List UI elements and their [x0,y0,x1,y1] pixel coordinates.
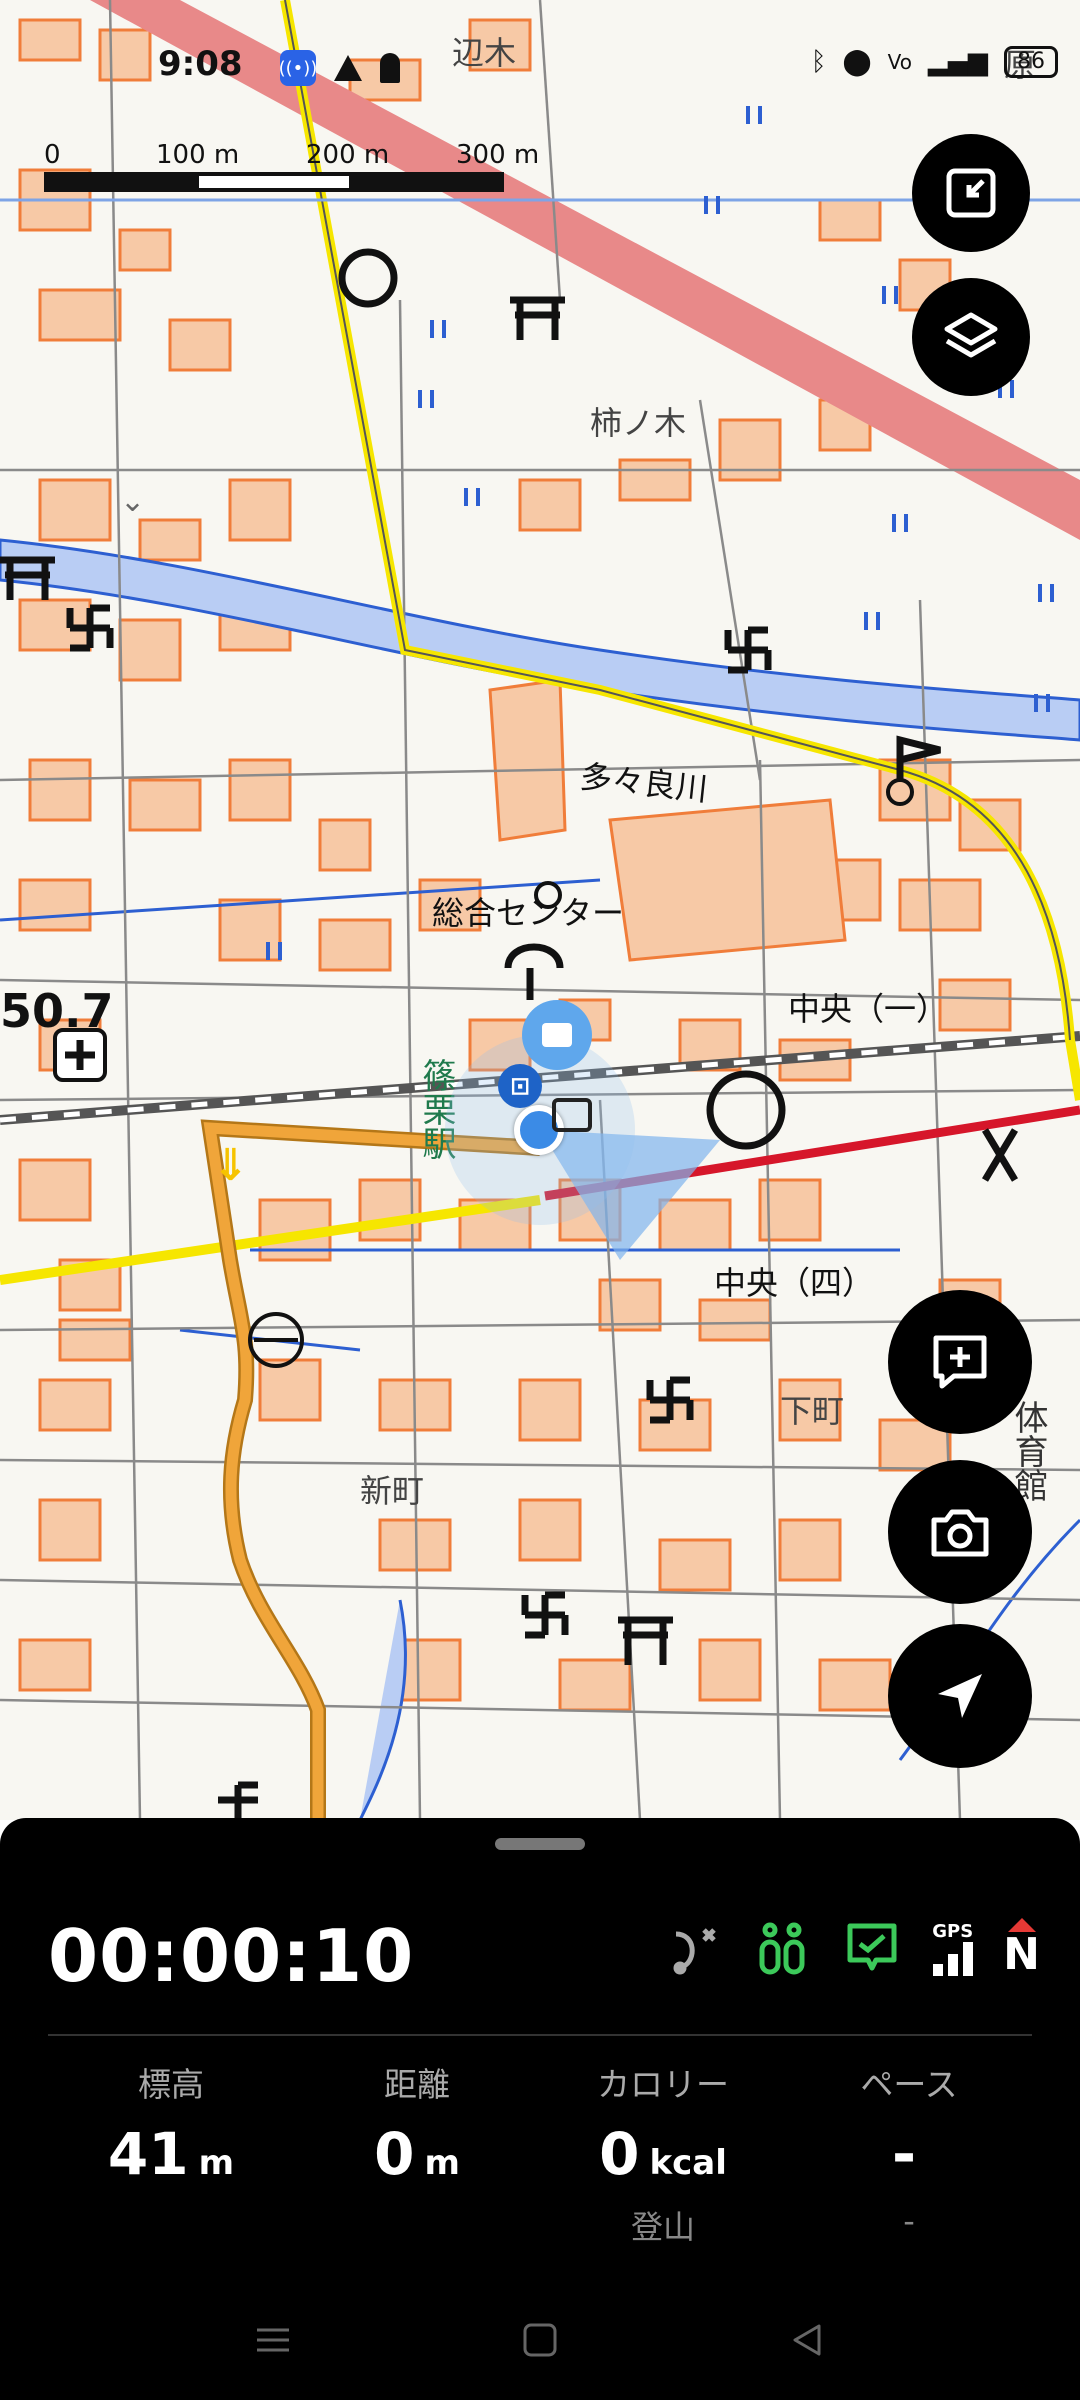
elapsed-time: 00:00:10 [48,1914,415,1998]
scale-label-100: 100 m [156,140,240,170]
status-time: 9:08 [158,44,243,84]
label-kakinoki: 柿ノ木 [590,404,687,442]
stat-unit: m [198,2143,235,2183]
label-shimomachi: 下町 [780,1392,845,1430]
signal-icon: ▂▄▆ [928,47,988,77]
back-icon[interactable] [787,2320,827,2360]
scale-label-200: 200 m [306,140,390,170]
chevron-down-icon[interactable]: ⌄ [120,484,145,519]
gps-signal-icon: GPS [932,1921,973,1976]
layers-icon [944,312,998,358]
photo-pin-icon[interactable] [552,1098,592,1132]
scale-label-300: 300 m [456,140,540,170]
panel-divider [48,2034,1032,2036]
scale-label-0: 0 [44,140,61,170]
activity-panel[interactable]: 00:00:10 GPS N 標高 41 m 距離 0 m カロリー 0 kca… [0,1818,1080,2400]
label-elevation-point: 50.7 [0,984,114,1038]
add-memo-icon [933,1335,987,1389]
companion-tracking-icon[interactable] [752,1918,812,1978]
label-sogo-center: 総合センター [432,894,625,932]
compass-north-icon[interactable]: N [1003,1918,1040,1978]
status-bar: 9:08 ((•)) ᛒ ⬤ Vo ▂▄▆ 86 [0,0,1080,120]
stat-unit: m [424,2143,460,2183]
stat-unit: kcal [649,2143,727,2183]
stat-sub: - [903,2202,915,2240]
stat-label: カロリー [597,2065,729,2104]
location-icon: ⬤ [842,47,872,77]
camera-icon [931,1509,989,1557]
bluetooth-icon: ᛒ [810,47,827,77]
label-chuo-1: 中央（一） [788,990,949,1028]
battery-indicator: 86 [1004,46,1058,78]
tracking-status-icons: GPS N [666,1918,1040,1978]
mountain-icon [334,55,362,81]
stat-distance: 距離 0m [294,2058,540,2242]
layers-button[interactable] [912,278,1030,396]
stat-label: 標高 [138,2065,204,2104]
current-location-button[interactable] [888,1624,1032,1768]
map-view[interactable]: ⊡ ⇓ 辺木 原 柿ノ木 多々良川 総合センター 中央（一） 中央（四） 下町 … [0,0,1080,1820]
compass-label: N [1003,1929,1040,1980]
collapse-map-icon [946,168,996,218]
track-direction-icon: ⇓ [212,1140,249,1191]
volte-icon: Vo [887,50,912,74]
stat-value: 41 [107,2120,189,2188]
collapse-map-button[interactable] [912,134,1030,252]
stat-sub: 登山 [630,2208,695,2246]
route-off-icon[interactable] [666,1920,722,1976]
camera-button[interactable] [888,1460,1032,1604]
stat-sub [294,2202,540,2242]
stat-calories: カロリー 0 kcal 登山 [540,2058,786,2246]
scale-bar: 0 100 m 200 m 300 m [44,140,564,192]
safety-message-icon[interactable] [842,1918,902,1978]
memo-pin-icon[interactable] [522,1000,592,1070]
stat-value: 0 [374,2120,415,2188]
stats-row: 標高 41 m 距離 0m カロリー 0 kcal 登山 ペース - - [48,2058,1032,2246]
stat-sub [48,2202,294,2242]
system-nav-bar [0,2280,1080,2400]
home-icon[interactable] [520,2320,560,2360]
gps-label: GPS [932,1920,974,1942]
recent-apps-icon[interactable] [253,2320,293,2360]
add-memo-button[interactable] [888,1290,1032,1434]
stat-label: ペース [860,2065,958,2104]
stat-value: - [891,2120,917,2188]
hiker-icon [380,53,400,83]
navigation-arrow-icon [938,1674,982,1718]
label-shinmachi: 新町 [360,1472,425,1510]
stat-value: 0 [599,2120,640,2188]
panel-drag-handle[interactable] [495,1838,585,1850]
broadcast-icon: ((•)) [279,50,317,86]
stat-label: 距離 [384,2065,450,2104]
stat-pace: ペース - - [786,2058,1032,2242]
stat-elevation: 標高 41 m [48,2058,294,2242]
station-pin-icon[interactable]: ⊡ [498,1064,542,1108]
